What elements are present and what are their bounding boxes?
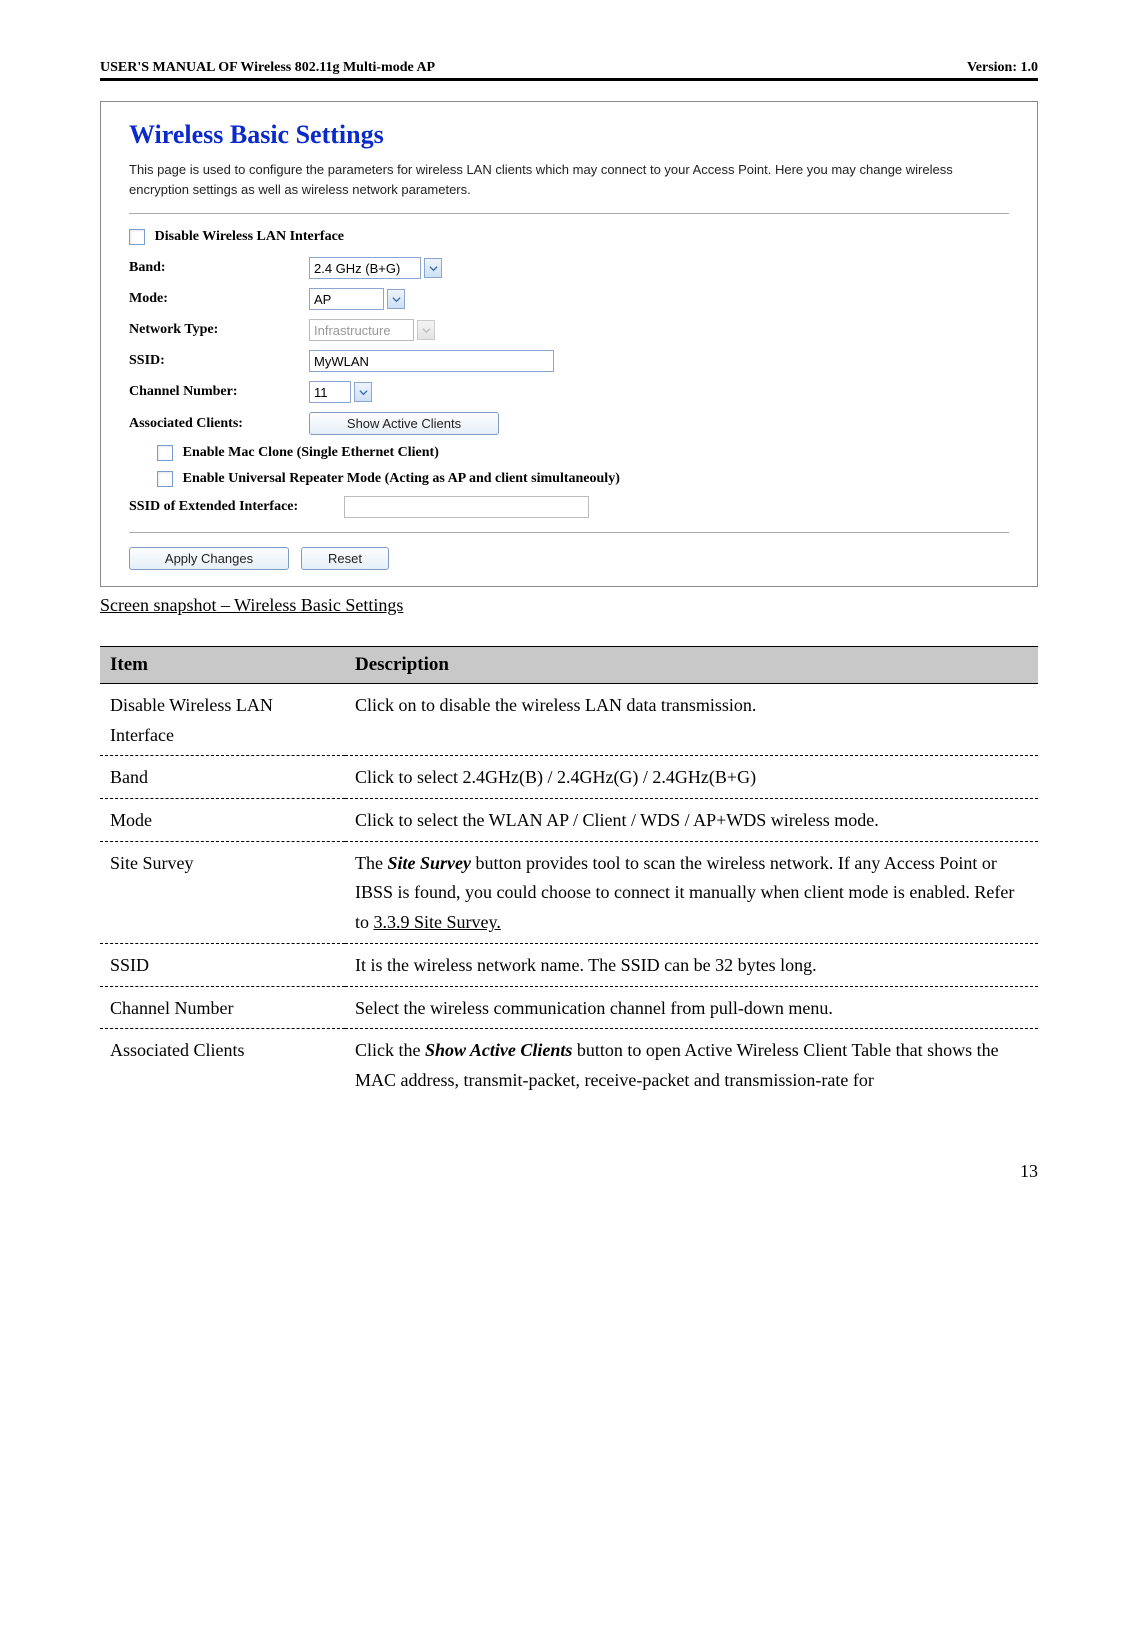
ext-ssid-input[interactable] xyxy=(344,496,589,518)
mac-clone-checkbox[interactable] xyxy=(157,445,173,461)
table-row: Associated Clients Click the Show Active… xyxy=(100,1029,1038,1101)
page-number: 13 xyxy=(100,1161,1038,1182)
divider xyxy=(129,213,1009,214)
emphasis-site-survey: Site Survey xyxy=(387,853,471,873)
channel-label: Channel Number: xyxy=(129,384,309,400)
row-desc: Select the wireless communication channe… xyxy=(345,986,1038,1029)
description-table: Item Description Disable Wireless LAN In… xyxy=(100,646,1038,1101)
row-item: Associated Clients xyxy=(100,1029,345,1101)
row-desc: It is the wireless network name. The SSI… xyxy=(345,943,1038,986)
screenshot-caption: Screen snapshot – Wireless Basic Setting… xyxy=(100,595,1038,616)
band-select[interactable]: 2.4 GHz (B+G) xyxy=(309,257,421,279)
row-item: SSID xyxy=(100,943,345,986)
wireless-settings-panel: Wireless Basic Settings This page is use… xyxy=(100,101,1038,587)
row-desc: Click on to disable the wireless LAN dat… xyxy=(345,684,1038,756)
table-row: Site Survey The Site Survey button provi… xyxy=(100,841,1038,943)
mode-select[interactable]: AP xyxy=(309,288,384,310)
divider xyxy=(129,532,1009,533)
universal-repeater-label: Enable Universal Repeater Mode (Acting a… xyxy=(183,471,620,486)
chevron-down-icon[interactable] xyxy=(354,382,372,402)
row-item: Mode xyxy=(100,799,345,842)
table-head-desc: Description xyxy=(345,647,1038,684)
ssid-value: MyWLAN xyxy=(314,354,369,369)
channel-value: 11 xyxy=(314,385,346,400)
row-desc: Click to select the WLAN AP / Client / W… xyxy=(345,799,1038,842)
show-active-clients-button[interactable]: Show Active Clients xyxy=(309,412,499,435)
apply-changes-button[interactable]: Apply Changes xyxy=(129,547,289,570)
page-header: USER'S MANUAL OF Wireless 802.11g Multi-… xyxy=(100,60,1038,81)
table-row: SSID It is the wireless network name. Th… xyxy=(100,943,1038,986)
disable-wlan-checkbox[interactable] xyxy=(129,229,145,245)
mode-label: Mode: xyxy=(129,291,309,307)
text-fragment: Click the xyxy=(355,1040,425,1060)
row-item: Band xyxy=(100,756,345,799)
row-item: Site Survey xyxy=(100,841,345,943)
table-row: Channel Number Select the wireless commu… xyxy=(100,986,1038,1029)
nettype-select: Infrastructure xyxy=(309,319,414,341)
chevron-down-icon[interactable] xyxy=(424,258,442,278)
header-left: USER'S MANUAL OF Wireless 802.11g Multi-… xyxy=(100,60,435,76)
row-desc: The Site Survey button provides tool to … xyxy=(345,841,1038,943)
emphasis-show-active-clients: Show Active Clients xyxy=(425,1040,572,1060)
panel-title: Wireless Basic Settings xyxy=(129,120,1009,150)
ssid-label: SSID: xyxy=(129,353,309,369)
table-row: Mode Click to select the WLAN AP / Clien… xyxy=(100,799,1038,842)
nettype-label: Network Type: xyxy=(129,322,309,338)
row-desc: Click to select 2.4GHz(B) / 2.4GHz(G) / … xyxy=(345,756,1038,799)
table-head-item: Item xyxy=(100,647,345,684)
universal-repeater-checkbox[interactable] xyxy=(157,471,173,487)
nettype-value: Infrastructure xyxy=(314,323,409,338)
mac-clone-label: Enable Mac Clone (Single Ethernet Client… xyxy=(183,445,439,460)
row-item: Disable Wireless LAN Interface xyxy=(100,684,345,756)
row-item: Channel Number xyxy=(100,986,345,1029)
text-fragment: The xyxy=(355,853,387,873)
table-row: Disable Wireless LAN Interface Click on … xyxy=(100,684,1038,756)
chevron-down-icon xyxy=(417,320,435,340)
table-row: Band Click to select 2.4GHz(B) / 2.4GHz(… xyxy=(100,756,1038,799)
ext-ssid-label: SSID of Extended Interface: xyxy=(129,499,344,515)
mode-value: AP xyxy=(314,292,379,307)
header-right: Version: 1.0 xyxy=(967,60,1038,76)
disable-wlan-label: Disable Wireless LAN Interface xyxy=(155,229,344,244)
ssid-input[interactable]: MyWLAN xyxy=(309,350,554,372)
assoc-label: Associated Clients: xyxy=(129,416,309,432)
band-label: Band: xyxy=(129,260,309,276)
panel-intro: This page is used to configure the param… xyxy=(129,160,1009,199)
channel-select[interactable]: 11 xyxy=(309,381,351,403)
row-desc: Click the Show Active Clients button to … xyxy=(345,1029,1038,1101)
site-survey-link[interactable]: 3.3.9 Site Survey. xyxy=(374,912,501,932)
reset-button[interactable]: Reset xyxy=(301,547,389,570)
band-value: 2.4 GHz (B+G) xyxy=(314,261,416,276)
chevron-down-icon[interactable] xyxy=(387,289,405,309)
